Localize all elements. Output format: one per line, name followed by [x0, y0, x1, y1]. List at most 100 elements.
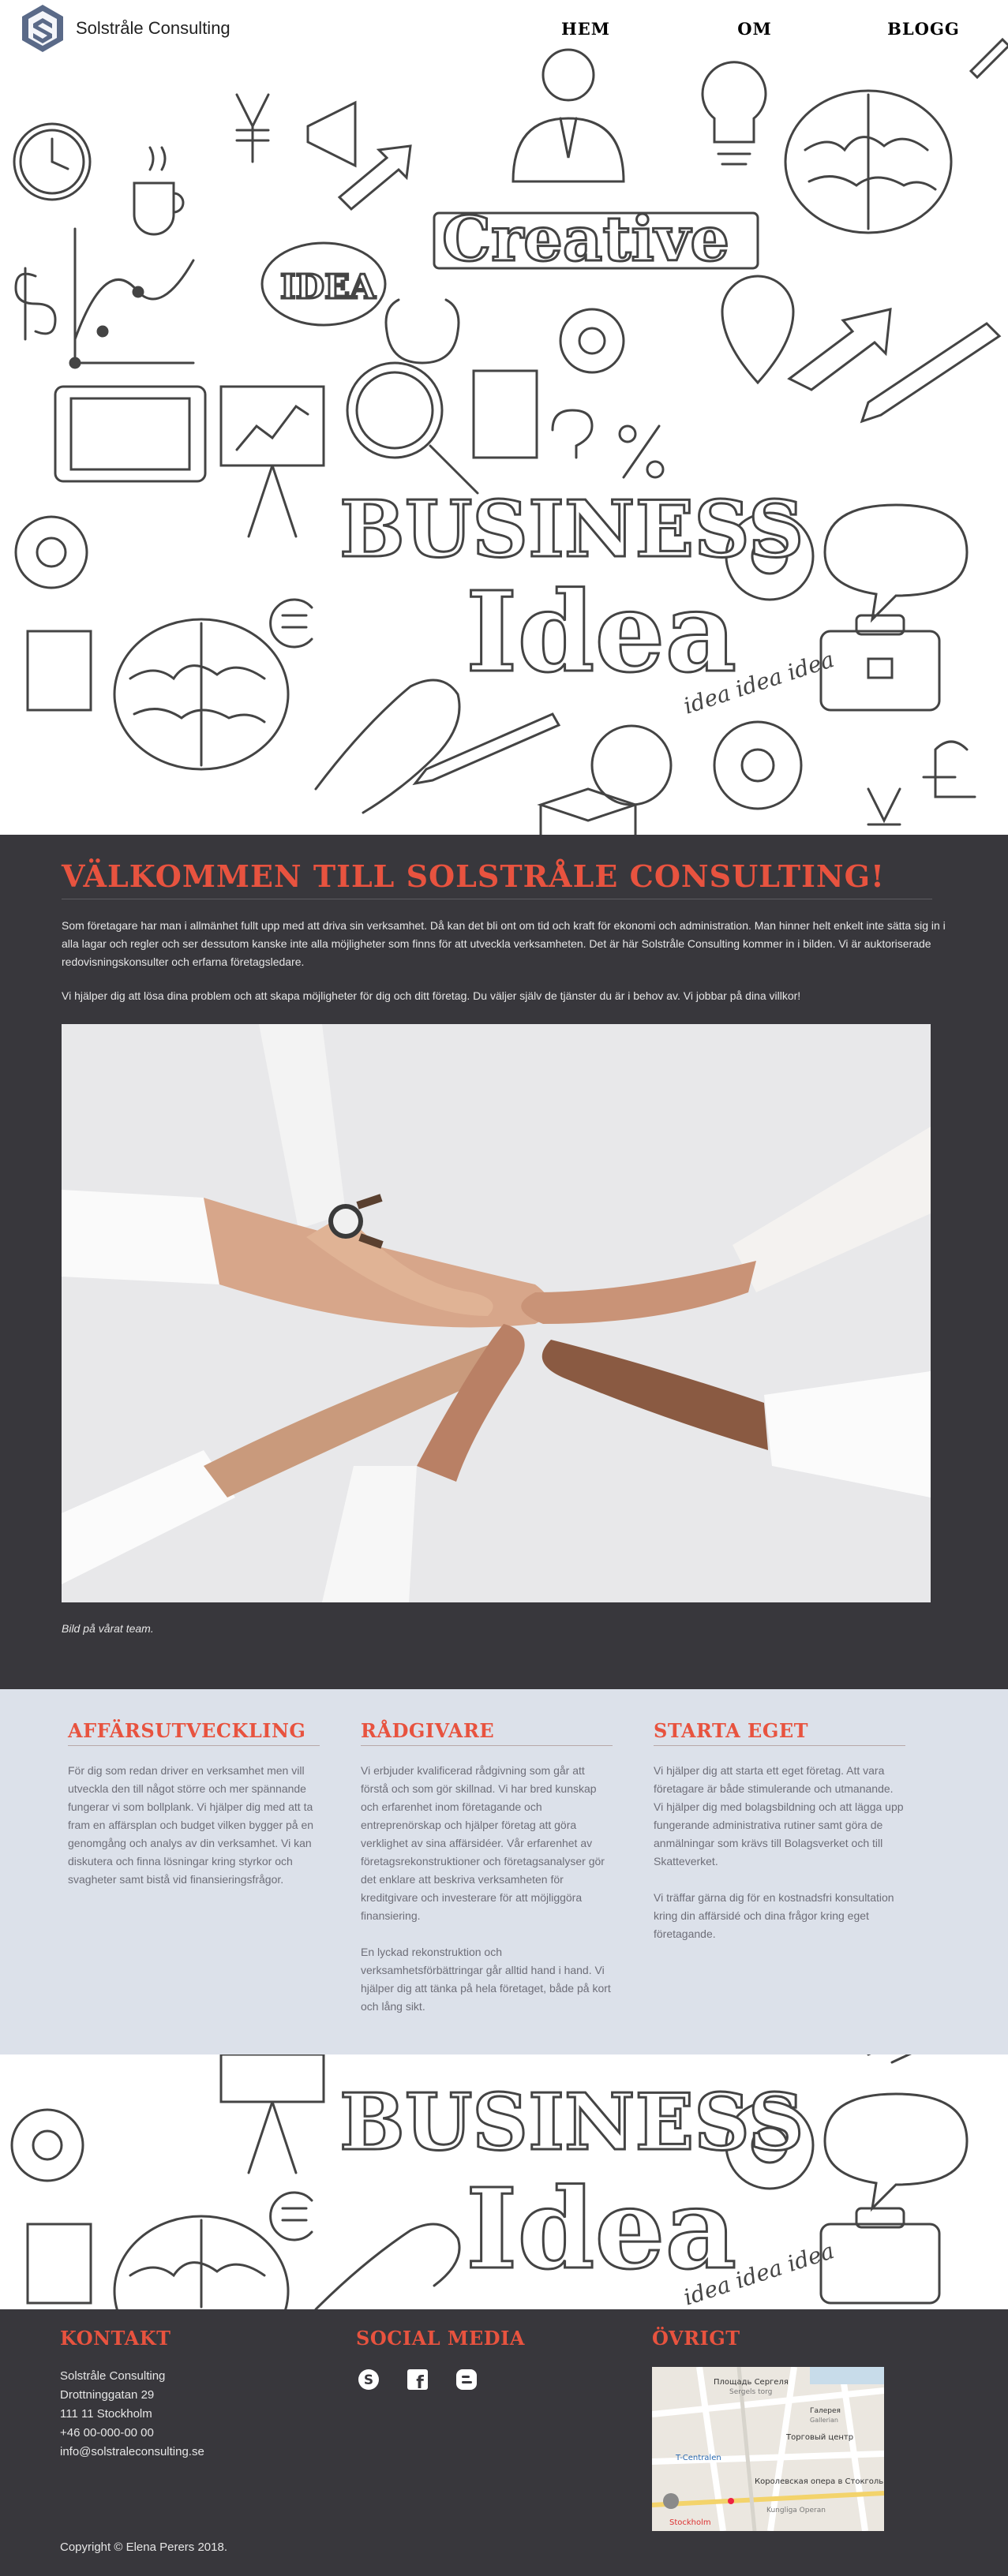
money-bag-icon — [384, 298, 460, 365]
svg-text:f: f — [416, 2373, 424, 2391]
hero-word-business: BUSINESS — [339, 484, 804, 575]
nav-home[interactable]: HEM — [501, 19, 670, 39]
blogger-icon[interactable] — [454, 2367, 479, 2392]
briefcase-icon — [819, 630, 941, 712]
document-icon — [26, 2223, 92, 2305]
logo[interactable]: Solstråle Consulting — [0, 0, 230, 57]
tablet-icon — [54, 385, 207, 483]
svg-text:S: S — [364, 2372, 373, 2388]
other-column: ÖVRIGT Площадь Сергеля Sergels torg Гале… — [652, 2327, 948, 2531]
social-links: S f — [356, 2367, 652, 2392]
hand-icon — [314, 679, 461, 814]
gear-icon — [559, 308, 625, 374]
logo-text: Solstråle Consulting — [76, 18, 230, 38]
hero-word-creative: Creative — [442, 204, 729, 275]
question-icon — [551, 409, 594, 459]
service-start-own: STARTA EGET Vi hjälper dig att starta et… — [654, 1719, 905, 2054]
map-label: Королевская опера в Стокгольме — [755, 2477, 884, 2486]
service-text: En lyckad rekonstruktion och verksamhets… — [361, 1946, 611, 2013]
lightbulb-icon — [701, 61, 767, 144]
pencil-icon — [860, 322, 1002, 424]
social-title: SOCIAL MEDIA — [356, 2327, 525, 2350]
service-advisor: RÅDGIVARE Vi erbjuder kvalificerad rådgi… — [361, 1719, 613, 2054]
welcome-paragraph-1: Som företagare har man i allmänhet fullt… — [62, 919, 946, 968]
euro-icon — [269, 2191, 313, 2241]
document-icon — [472, 369, 538, 459]
cube-icon — [537, 787, 639, 835]
yen-icon — [235, 93, 270, 163]
businessman-icon — [541, 48, 595, 102]
arrow-icon — [337, 144, 412, 211]
hero-doodle-illustration: Creative IDEA BUSINESS Idea idea idea id… — [13, 37, 1008, 835]
location-map[interactable]: Площадь Сергеля Sergels torg Галерея Gal… — [652, 2367, 884, 2531]
service-title: RÅDGIVARE — [361, 1719, 613, 1746]
doodle-strip: BUSINESS Idea idea idea idea — [0, 2054, 1008, 2309]
hero-word-idea-bubble: IDEA — [280, 267, 377, 306]
map-label: Stockholm — [669, 2518, 711, 2527]
coffee-cup-icon — [133, 181, 175, 236]
main-nav: HEM OM BLOGG — [501, 19, 1008, 39]
location-pin-icon — [721, 275, 795, 385]
strip-word-business: BUSINESS — [339, 2077, 804, 2168]
hero-word-idea: Idea — [466, 568, 736, 697]
facebook-icon[interactable]: f — [405, 2367, 430, 2392]
service-title: STARTA EGET — [654, 1719, 905, 1746]
contact-street: Drottninggatan 29 — [60, 2388, 155, 2402]
pound-icon — [922, 740, 976, 798]
at-sign-icon — [10, 2108, 84, 2182]
service-title: AFFÄRSUTVECKLING — [68, 1719, 320, 1746]
document-left-icon — [26, 630, 92, 712]
service-text: Vi erbjuder kvalificerad rådgivning som … — [361, 1764, 605, 1922]
site-header: Solstråle Consulting HEM OM BLOGG — [0, 0, 1008, 57]
at-sign-icon — [14, 515, 88, 589]
yen-icon-2 — [867, 787, 901, 826]
photo-caption: Bild på vårat team. — [62, 1622, 154, 1635]
hand-icon — [314, 2223, 461, 2309]
other-title: ÖVRIGT — [652, 2327, 740, 2350]
social-column: SOCIAL MEDIA S f — [356, 2327, 652, 2531]
map-label: Gallerian — [810, 2417, 838, 2424]
contact-title: KONTAKT — [60, 2327, 171, 2350]
service-business-development: AFFÄRSUTVECKLING För dig som redan drive… — [68, 1719, 320, 2054]
contact-column: KONTAKT Solstråle Consulting Drottningga… — [60, 2327, 356, 2531]
euro-icon — [269, 598, 313, 649]
contact-address: Solstråle Consulting Drottninggatan 29 1… — [60, 2367, 356, 2462]
site-footer: KONTAKT Solstråle Consulting Drottningga… — [0, 2309, 1008, 2576]
magnifier-icon — [346, 361, 444, 459]
welcome-section: VÄLKOMMEN TILL SOLSTRÅLE CONSULTING! Som… — [0, 835, 1008, 1689]
welcome-paragraph-2: Vi hjälper dig att lösa dina problem och… — [62, 989, 801, 1002]
hero-banner: Creative IDEA BUSINESS Idea idea idea id… — [0, 0, 1008, 835]
map-label: Kungliga Operan — [766, 2507, 826, 2514]
megaphone-icon — [306, 100, 357, 168]
map-label: T-Centralen — [675, 2454, 721, 2462]
service-text: För dig som redan driver en verksamhet m… — [68, 1764, 314, 1886]
services-section: AFFÄRSUTVECKLING För dig som redan drive… — [0, 1689, 1008, 2054]
strip-word-idea: Idea — [466, 2165, 736, 2294]
pen-icon-2 — [412, 712, 561, 786]
speech-bubble-icon — [823, 503, 969, 623]
copyright: Copyright © Elena Perers 2018. — [60, 2540, 227, 2554]
speech-bubble-icon — [823, 2092, 969, 2212]
gear-icon-2 — [713, 720, 803, 810]
welcome-title: VÄLKOMMEN TILL SOLSTRÅLE CONSULTING! — [62, 858, 932, 899]
dollar-icon — [14, 267, 57, 341]
service-text: Vi hjälper dig att starta ett eget föret… — [654, 1764, 904, 1868]
arrow-up-right-icon — [787, 308, 892, 391]
presentation-board-icon — [219, 2054, 325, 2103]
nav-blog[interactable]: BLOGG — [839, 19, 1008, 39]
briefcase-icon — [819, 2223, 941, 2305]
presentation-board-icon — [219, 385, 325, 467]
map-label: Площадь Сергеля — [714, 2378, 789, 2387]
contact-phone[interactable]: +46 00-000-00 00 — [60, 2424, 356, 2443]
map-label: Sergels torg — [729, 2388, 772, 2396]
skype-icon[interactable]: S — [356, 2367, 381, 2392]
coin-icon — [590, 724, 673, 806]
map-label: Торговый центр — [785, 2433, 853, 2442]
logo-icon — [22, 5, 63, 52]
contact-city: 111 11 Stockholm — [60, 2407, 152, 2421]
nav-about[interactable]: OM — [670, 19, 839, 39]
map-label: Галерея — [810, 2407, 841, 2415]
service-text: Vi träffar gärna dig för en kostnadsfri … — [654, 1891, 894, 1940]
team-photo — [62, 1024, 931, 1602]
contact-email[interactable]: info@solstraleconsulting.se — [60, 2443, 356, 2462]
